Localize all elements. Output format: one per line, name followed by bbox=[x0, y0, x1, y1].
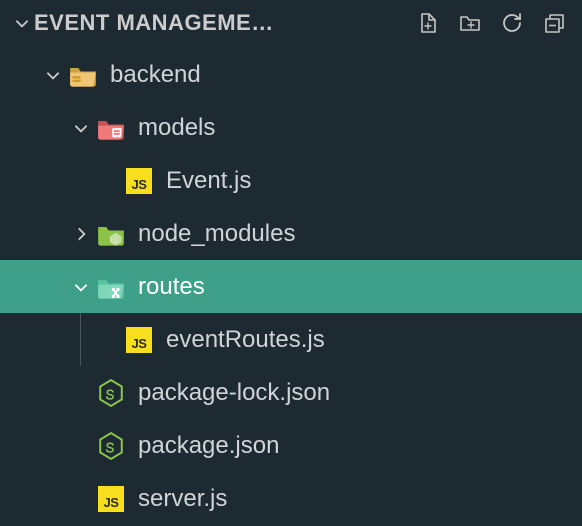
file-tree: backend models JS Event.js node_modules bbox=[0, 46, 582, 525]
chevron-down-icon bbox=[66, 278, 96, 296]
nodejs-file-icon bbox=[96, 431, 126, 461]
folder-open-icon bbox=[68, 60, 98, 90]
folder-icon bbox=[96, 219, 126, 249]
chevron-right-icon bbox=[66, 225, 96, 243]
explorer-header: EVENT MANAGEME… bbox=[0, 0, 582, 46]
explorer-actions bbox=[414, 9, 574, 37]
new-folder-icon[interactable] bbox=[456, 9, 484, 37]
tree-item-label: Event.js bbox=[166, 167, 251, 195]
tree-file-package-lock[interactable]: package-lock.json bbox=[0, 366, 582, 419]
tree-item-label: package.json bbox=[138, 432, 279, 460]
indent-guide bbox=[80, 313, 81, 366]
tree-folder-node-modules[interactable]: node_modules bbox=[0, 207, 582, 260]
js-file-icon: JS bbox=[124, 166, 154, 196]
explorer-title: EVENT MANAGEME… bbox=[34, 10, 274, 36]
folder-open-icon bbox=[96, 272, 126, 302]
js-file-icon: JS bbox=[124, 325, 154, 355]
nodejs-file-icon bbox=[96, 378, 126, 408]
chevron-down-icon bbox=[66, 119, 96, 137]
tree-item-label: eventRoutes.js bbox=[166, 326, 325, 354]
tree-file-package-json[interactable]: package.json bbox=[0, 419, 582, 472]
folder-open-icon bbox=[96, 113, 126, 143]
tree-file-server-js[interactable]: JS server.js bbox=[0, 472, 582, 525]
collapse-all-icon[interactable] bbox=[540, 9, 568, 37]
tree-file-event-routes-js[interactable]: JS eventRoutes.js bbox=[0, 313, 582, 366]
tree-item-label: routes bbox=[138, 273, 205, 301]
new-file-icon[interactable] bbox=[414, 9, 442, 37]
tree-item-label: backend bbox=[110, 61, 201, 89]
js-file-icon: JS bbox=[96, 484, 126, 514]
tree-file-event-js[interactable]: JS Event.js bbox=[0, 154, 582, 207]
tree-item-label: node_modules bbox=[138, 220, 295, 248]
tree-folder-backend[interactable]: backend bbox=[0, 48, 582, 101]
tree-folder-routes[interactable]: routes bbox=[0, 260, 582, 313]
refresh-icon[interactable] bbox=[498, 9, 526, 37]
chevron-down-icon bbox=[38, 66, 68, 84]
tree-item-label: server.js bbox=[138, 485, 227, 513]
chevron-down-icon[interactable] bbox=[10, 14, 34, 32]
tree-item-label: package-lock.json bbox=[138, 379, 330, 407]
tree-item-label: models bbox=[138, 114, 215, 142]
tree-folder-models[interactable]: models bbox=[0, 101, 582, 154]
